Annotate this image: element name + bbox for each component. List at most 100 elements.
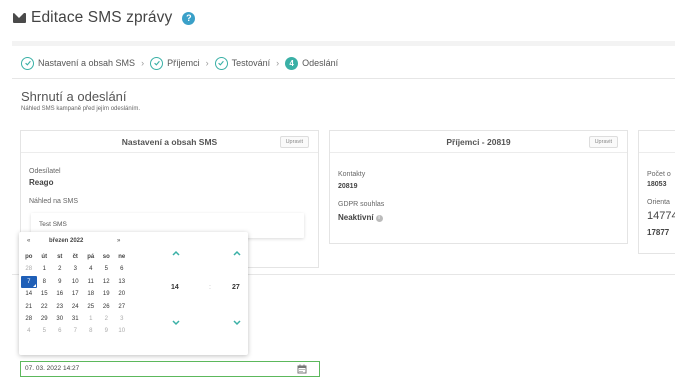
calendar-day[interactable]: 21 bbox=[21, 301, 37, 313]
calendar-day[interactable]: 7 bbox=[68, 325, 84, 337]
card-stats: Počet o 18053 Orienta 14774 17877 bbox=[638, 130, 675, 254]
minute-value[interactable]: 27 bbox=[232, 284, 240, 291]
calendar-day[interactable]: 9 bbox=[52, 276, 68, 288]
page-header: Editace SMS zprávy ? bbox=[13, 7, 196, 29]
calendar-day[interactable]: 15 bbox=[37, 288, 53, 300]
calendar-day[interactable]: 19 bbox=[99, 288, 115, 300]
gdpr-label: GDPR souhlas bbox=[338, 201, 385, 208]
calendar-day[interactable]: 10 bbox=[68, 276, 84, 288]
check-circle-icon bbox=[21, 56, 34, 70]
step-label: Odeslání bbox=[302, 58, 339, 68]
calendar-day[interactable]: 9 bbox=[99, 325, 115, 337]
weekday-header: ne bbox=[118, 254, 126, 260]
stat-value-large: 14774 bbox=[647, 210, 675, 222]
calendar-grid: po út st čt pá so ne 28 1 2 3 4 5 6 7 8 9 10 11 12 13 14 15 16 1… bbox=[21, 251, 130, 338]
minute-up-icon[interactable] bbox=[231, 247, 243, 259]
calendar-day[interactable]: 30 bbox=[52, 313, 68, 325]
help-icon[interactable]: ? bbox=[182, 11, 196, 25]
step-label: Nastavení a obsah SMS bbox=[38, 58, 136, 68]
send-datetime-input[interactable]: 07. 03. 2022 14:27 bbox=[20, 361, 320, 377]
weekday-header: po bbox=[25, 254, 33, 260]
contacts-value: 20819 bbox=[338, 183, 358, 190]
calendar-day[interactable]: 11 bbox=[83, 276, 99, 288]
calendar-day[interactable]: 2 bbox=[52, 263, 68, 275]
calendar-header: « březen 2022 » bbox=[19, 238, 129, 248]
calendar-day[interactable]: 23 bbox=[52, 301, 68, 313]
hour-value[interactable]: 14 bbox=[171, 284, 179, 291]
calendar-day[interactable]: 12 bbox=[99, 276, 115, 288]
hour-up-icon[interactable] bbox=[170, 247, 182, 259]
page-title: Editace SMS zprávy bbox=[31, 9, 173, 26]
step-settings[interactable]: Nastavení a obsah SMS bbox=[21, 56, 136, 70]
time-separator: : bbox=[209, 284, 211, 291]
weekday-header: so bbox=[102, 254, 110, 260]
calendar-day[interactable]: 2 bbox=[99, 313, 115, 325]
check-circle-icon bbox=[150, 56, 164, 70]
calendar-month[interactable]: březen 2022 bbox=[49, 238, 83, 244]
calendar-day-selected[interactable]: 7 bbox=[21, 275, 37, 289]
next-month-button[interactable]: » bbox=[117, 238, 120, 244]
chevron-right-icon: › bbox=[141, 58, 145, 68]
info-icon[interactable]: i bbox=[375, 215, 383, 222]
calendar-day[interactable]: 28 bbox=[21, 263, 37, 275]
wizard-steps: Nastavení a obsah SMS › Příjemci › Testo… bbox=[21, 54, 338, 72]
calendar-day[interactable]: 20 bbox=[114, 288, 130, 300]
weekday-header: st bbox=[57, 254, 63, 260]
prev-month-button[interactable]: « bbox=[27, 238, 30, 244]
stat-value: 17877 bbox=[647, 228, 670, 237]
card-title: Příjemci - 20819 bbox=[446, 137, 511, 147]
step-label: Testování bbox=[231, 58, 271, 68]
calendar-day[interactable]: 14 bbox=[21, 288, 37, 300]
calendar-day[interactable]: 6 bbox=[52, 325, 68, 337]
calendar-day[interactable]: 17 bbox=[68, 288, 84, 300]
calendar-day[interactable]: 25 bbox=[83, 301, 99, 313]
hour-down-icon[interactable] bbox=[170, 317, 182, 329]
calendar-day[interactable]: 13 bbox=[114, 276, 130, 288]
calendar-day[interactable]: 6 bbox=[114, 263, 130, 275]
calendar-icon[interactable] bbox=[296, 363, 308, 375]
calendar-day[interactable]: 16 bbox=[52, 288, 68, 300]
time-picker: 14 : 27 bbox=[129, 232, 248, 355]
calendar-day[interactable]: 5 bbox=[37, 325, 53, 337]
calendar-day[interactable]: 22 bbox=[37, 301, 53, 313]
calendar-day[interactable]: 1 bbox=[83, 313, 99, 325]
weekday-header: út bbox=[41, 254, 48, 260]
calendar-day[interactable]: 3 bbox=[68, 263, 84, 275]
calendar-day[interactable]: 29 bbox=[37, 313, 53, 325]
datetime-picker: « březen 2022 » po út st čt pá so ne 28 1 2 3 4 5 6 7 8… bbox=[19, 232, 248, 355]
calendar-day[interactable]: 3 bbox=[114, 313, 130, 325]
chevron-right-icon: › bbox=[276, 58, 280, 68]
calendar-day[interactable]: 4 bbox=[21, 325, 37, 337]
calendar-day[interactable]: 18 bbox=[83, 288, 99, 300]
sms-preview-text: Test SMS bbox=[39, 221, 67, 228]
calendar-day[interactable]: 8 bbox=[37, 276, 53, 288]
calendar-day[interactable]: 31 bbox=[68, 313, 84, 325]
weekday-header: čt bbox=[72, 254, 78, 260]
step-recipients[interactable]: Příjemci bbox=[150, 56, 200, 70]
calendar-day[interactable]: 26 bbox=[99, 301, 115, 313]
calendar-day[interactable]: 5 bbox=[99, 263, 115, 275]
contacts-label: Kontakty bbox=[338, 171, 366, 178]
stat-label: Orienta bbox=[647, 199, 670, 206]
calendar-day[interactable]: 24 bbox=[68, 301, 84, 313]
calendar-day[interactable]: 4 bbox=[83, 263, 99, 275]
step-number-badge: 4 bbox=[285, 56, 299, 70]
calendar-day[interactable]: 27 bbox=[114, 301, 130, 313]
edit-button[interactable]: Upravit bbox=[279, 136, 309, 148]
calendar-day[interactable]: 28 bbox=[21, 313, 37, 325]
stat-value: 18053 bbox=[647, 181, 667, 188]
section-subtitle: Náhled SMS kampaně před jejím odesláním. bbox=[21, 106, 141, 112]
divider bbox=[12, 78, 675, 79]
calendar-day[interactable]: 8 bbox=[83, 325, 99, 337]
calendar-day[interactable]: 10 bbox=[114, 325, 130, 337]
card-header bbox=[639, 131, 675, 153]
minute-down-icon[interactable] bbox=[231, 317, 243, 329]
check-circle-icon bbox=[214, 56, 228, 70]
step-send[interactable]: 4 Odeslání bbox=[285, 56, 339, 70]
stat-label: Počet o bbox=[647, 171, 671, 178]
step-testing[interactable]: Testování bbox=[214, 56, 271, 70]
card-title: Nastavení a obsah SMS bbox=[121, 137, 218, 147]
calendar-day[interactable]: 1 bbox=[37, 263, 53, 275]
gdpr-value: Neaktivní i bbox=[338, 213, 383, 222]
edit-button[interactable]: Upravit bbox=[588, 136, 618, 148]
